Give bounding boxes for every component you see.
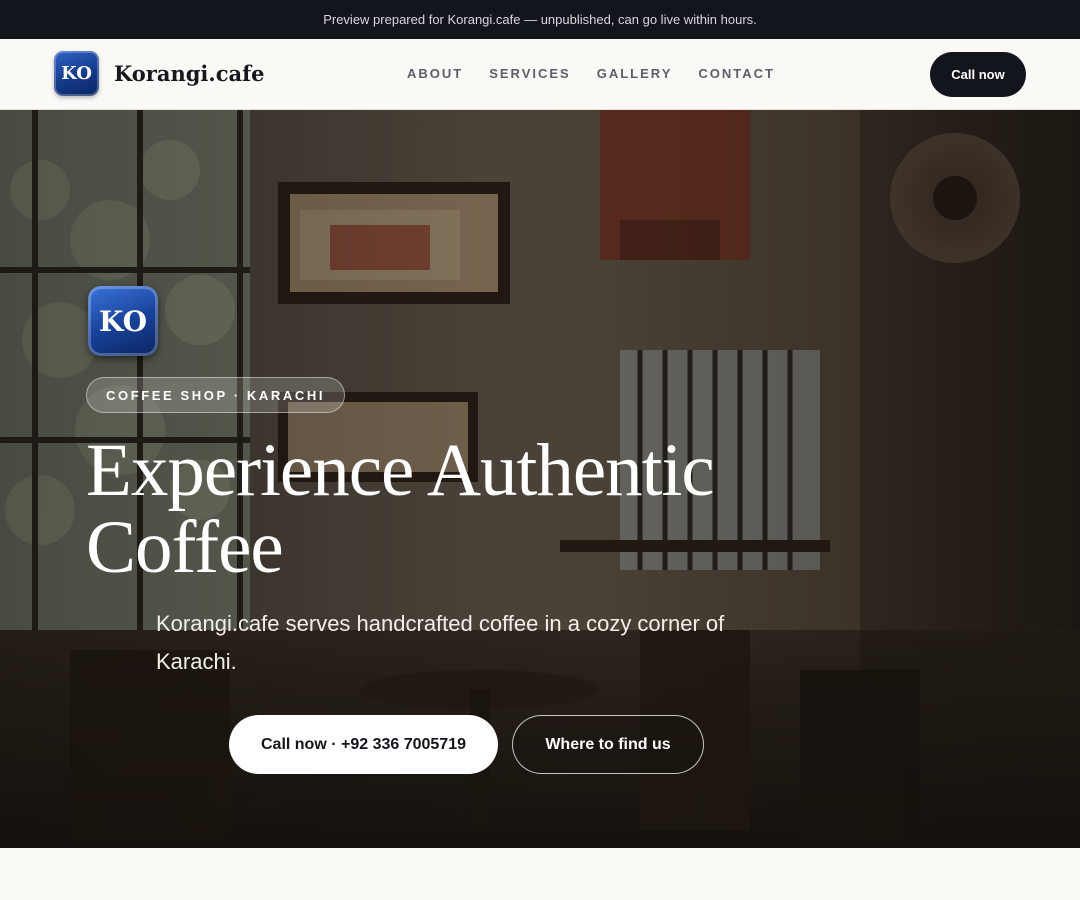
nav-contact[interactable]: CONTACT — [698, 66, 775, 81]
announcement-text: Preview prepared for Korangi.cafe — unpu… — [323, 12, 757, 27]
category-badge: COFFEE SHOP · KARACHI — [86, 377, 346, 413]
brand-logo-text: KO — [61, 63, 92, 84]
hero-section: KO COFFEE SHOP · KARACHI Experience Auth… — [0, 110, 1080, 848]
brand-logo: KO — [54, 51, 99, 96]
brand-name: Korangi.cafe — [114, 61, 265, 86]
nav-services[interactable]: SERVICES — [489, 66, 571, 81]
brand-link[interactable]: KO Korangi.cafe — [54, 51, 265, 96]
hero-logo-text: KO — [99, 304, 147, 338]
find-us-button[interactable]: Where to find us — [512, 715, 704, 774]
site-header: KO Korangi.cafe ABOUT SERVICES GALLERY C… — [0, 39, 1080, 110]
header-call-button[interactable]: Call now — [930, 52, 1026, 97]
nav-about[interactable]: ABOUT — [407, 66, 463, 81]
hero-subheadline: Korangi.cafe serves handcrafted coffee i… — [156, 611, 725, 674]
announcement-bar: Preview prepared for Korangi.cafe — unpu… — [0, 0, 1080, 39]
hero-headline: Experience Authentic Coffee — [86, 429, 715, 589]
nav-gallery[interactable]: GALLERY — [597, 66, 673, 81]
main-nav: ABOUT SERVICES GALLERY CONTACT — [407, 66, 775, 81]
hero-logo: KO — [88, 286, 158, 356]
call-now-button[interactable]: Call now · +92 336 7005719 — [229, 715, 498, 774]
